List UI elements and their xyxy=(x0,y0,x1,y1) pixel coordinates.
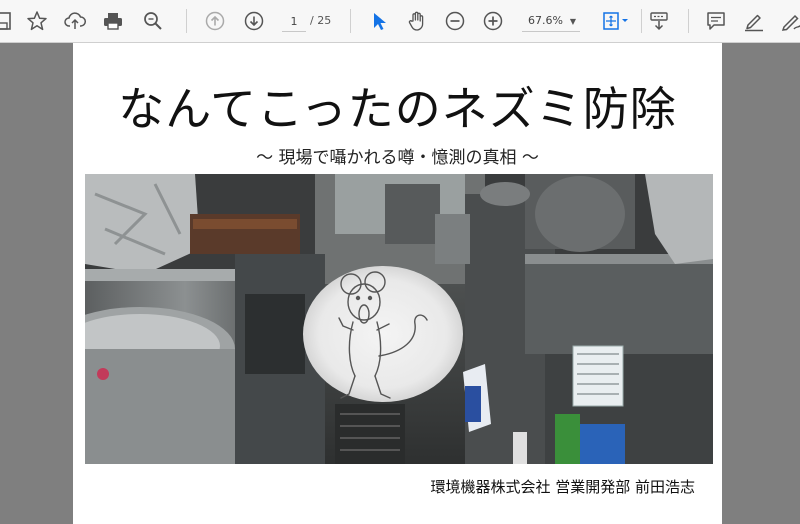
zoom-level-value: 67.6% xyxy=(528,14,563,27)
previous-page-icon[interactable] xyxy=(202,8,228,34)
toolbar-divider xyxy=(186,9,187,33)
hand-tool-icon[interactable] xyxy=(404,8,430,34)
chevron-down-icon: ▼ xyxy=(569,17,576,26)
bookmark-star-icon[interactable] xyxy=(24,8,50,34)
page-fit-icon[interactable] xyxy=(598,8,632,34)
draw-freehand-icon[interactable] xyxy=(778,8,800,34)
save-icon[interactable] xyxy=(0,8,16,34)
search-icon[interactable] xyxy=(140,8,166,34)
pdf-page: なんてこったのネズミ防除 ～ 現場で囁かれる噂・憶測の真相 ～ 環境機器株式会社… xyxy=(73,43,722,524)
read-mode-icon[interactable] xyxy=(646,8,672,34)
zoom-level-dropdown[interactable]: 67.6% ▼ xyxy=(522,11,580,32)
slide-subtitle: ～ 現場で囁かれる噂・憶測の真相 ～ xyxy=(256,148,539,168)
zoom-in-icon[interactable] xyxy=(480,8,506,34)
print-icon[interactable] xyxy=(100,8,126,34)
cloud-upload-icon[interactable] xyxy=(62,8,88,34)
slide-title: なんてこったのネズミ防除 xyxy=(118,82,677,136)
author-credit: 環境機器株式会社 営業開発部 前田浩志 xyxy=(430,478,695,496)
toolbar-divider xyxy=(350,9,351,33)
page-total: / 25 xyxy=(310,14,332,27)
page-number-input[interactable] xyxy=(282,11,306,32)
select-cursor-icon[interactable] xyxy=(366,8,392,34)
comment-icon[interactable] xyxy=(703,8,729,34)
kitchen-photo-graphic xyxy=(85,174,713,464)
next-page-icon[interactable] xyxy=(241,8,267,34)
zoom-out-icon[interactable] xyxy=(442,8,468,34)
toolbar-divider xyxy=(688,9,689,33)
toolbar-divider xyxy=(641,9,642,33)
kitchen-photo xyxy=(85,174,713,464)
mouse-cartoon xyxy=(303,266,463,402)
pdf-toolbar: / 25 67.6% ▼ xyxy=(0,0,800,43)
highlight-pen-icon[interactable] xyxy=(741,8,767,34)
